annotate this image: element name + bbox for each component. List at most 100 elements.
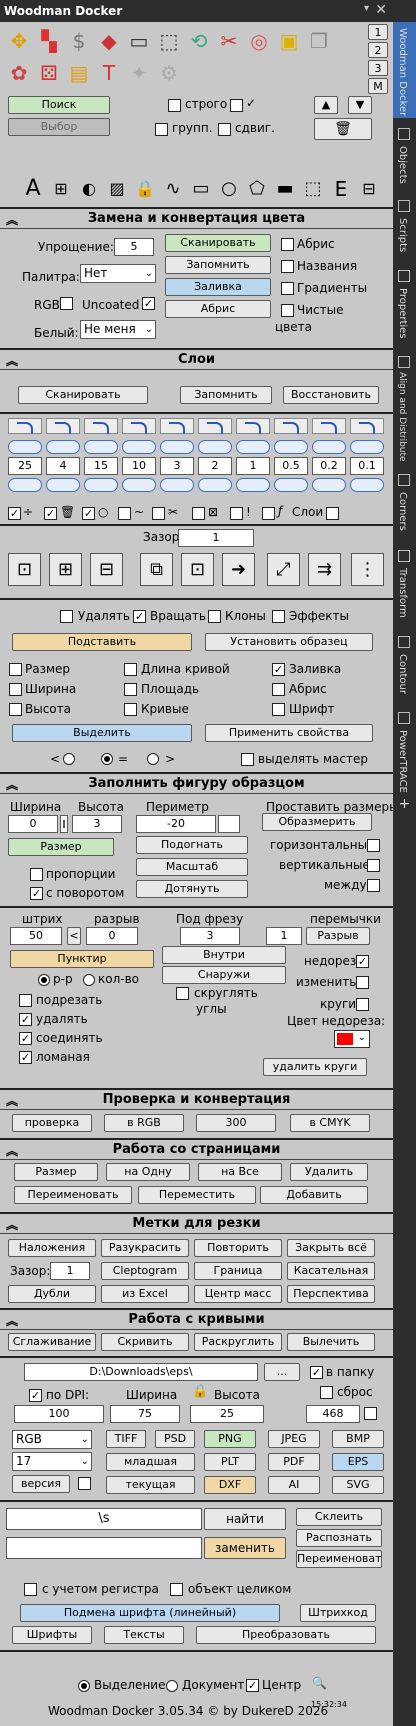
current-button[interactable]: текущая bbox=[106, 1476, 195, 1494]
cloud-top-4[interactable] bbox=[160, 440, 194, 454]
trim-checkbox[interactable] bbox=[19, 994, 32, 1007]
tab-m[interactable]: M bbox=[368, 78, 388, 94]
select-props-button[interactable]: Выделить bbox=[12, 724, 192, 742]
perspective-button[interactable]: Перспектива bbox=[287, 1285, 375, 1303]
cut-icon[interactable]: ✂ bbox=[216, 28, 242, 54]
cloud-top-9[interactable] bbox=[350, 440, 384, 454]
export-width-input[interactable]: 75 bbox=[110, 1405, 180, 1423]
check-section-header[interactable]: ︽ Проверка и конвертация bbox=[0, 1088, 393, 1110]
page-size-button[interactable]: Размер bbox=[14, 1163, 98, 1181]
corner-radius-input-2[interactable]: 15 bbox=[84, 457, 118, 475]
cloud-bottom-0[interactable] bbox=[8, 478, 42, 492]
corner-shape-0[interactable] bbox=[8, 418, 42, 434]
replace-button[interactable]: заменить bbox=[204, 1537, 286, 1559]
horizontal-checkbox[interactable] bbox=[367, 839, 380, 852]
fill-checkbox[interactable]: ✓ bbox=[272, 663, 285, 676]
dotted-button[interactable]: Пунктир bbox=[10, 950, 154, 968]
png-button[interactable]: PNG bbox=[204, 1430, 256, 1448]
cloud-bottom-7[interactable] bbox=[274, 478, 308, 492]
corner-radius-input-6[interactable]: 1 bbox=[236, 457, 270, 475]
close-icon[interactable]: ✕ bbox=[375, 2, 387, 18]
dollar-icon[interactable]: $ bbox=[66, 28, 92, 54]
outline-checkbox[interactable] bbox=[281, 238, 294, 251]
tab-1[interactable]: 1 bbox=[368, 24, 388, 40]
width-checkbox[interactable] bbox=[9, 683, 22, 696]
layers-restore-button[interactable]: Восстановить bbox=[283, 386, 379, 404]
excl-checkbox[interactable] bbox=[230, 507, 243, 520]
pure-colors-checkbox[interactable] bbox=[281, 304, 294, 317]
check-checkbox[interactable] bbox=[230, 99, 243, 112]
bridges-input[interactable]: 1 bbox=[266, 927, 302, 945]
corner-radius-input-4[interactable]: 3 bbox=[160, 457, 194, 475]
gap-input[interactable]: 1 bbox=[178, 529, 254, 547]
remember-color-button[interactable]: Запомнить bbox=[165, 256, 271, 274]
round-corners-checkbox[interactable] bbox=[176, 987, 189, 1000]
rect-tool-icon[interactable]: ▭ bbox=[188, 176, 214, 202]
outline-prop-checkbox[interactable] bbox=[272, 683, 285, 696]
pdf-button[interactable]: PDF bbox=[268, 1453, 320, 1471]
dpi-input[interactable]: 100 bbox=[14, 1405, 104, 1423]
apply-props-button[interactable]: Применить свойства bbox=[205, 724, 373, 742]
curves-section-header[interactable]: ︽ Работа с кривыми bbox=[0, 1308, 393, 1330]
tab-corners[interactable]: Corners bbox=[393, 470, 416, 531]
version-checkbox[interactable] bbox=[78, 1477, 91, 1490]
center-checkbox[interactable]: ✓ bbox=[246, 1679, 259, 1692]
curve-length-checkbox[interactable] bbox=[124, 663, 137, 676]
font-substitute-button[interactable]: Подмена шрифта (линейный) bbox=[20, 1604, 280, 1622]
layers-scan-button[interactable]: Сканировать bbox=[18, 386, 148, 404]
replace-input[interactable] bbox=[6, 1537, 202, 1559]
copy-icon[interactable]: ❐ bbox=[306, 28, 332, 54]
up-button[interactable]: ▲ bbox=[314, 96, 338, 114]
menu-arrow-icon[interactable]: ▾ bbox=[364, 3, 369, 14]
cloud-bottom-2[interactable] bbox=[84, 478, 118, 492]
tab-objects[interactable]: Objects bbox=[393, 124, 416, 184]
cloud-top-0[interactable] bbox=[8, 440, 42, 454]
tiff-button[interactable]: TIFF bbox=[106, 1430, 146, 1448]
div-checkbox[interactable]: ✓ bbox=[8, 507, 21, 520]
curves-checkbox[interactable] bbox=[124, 703, 137, 716]
dxf-button[interactable]: DXF bbox=[204, 1476, 256, 1494]
check-button[interactable]: проверка bbox=[12, 1114, 92, 1132]
corner-radius-input-3[interactable]: 10 bbox=[122, 457, 156, 475]
bulb-icon[interactable]: ✦ bbox=[126, 60, 152, 86]
select-button[interactable]: Выбор bbox=[8, 118, 110, 136]
cure-button[interactable]: Вылечить bbox=[287, 1333, 375, 1351]
cloud-bottom-6[interactable] bbox=[236, 478, 270, 492]
plt-button[interactable]: PLT bbox=[204, 1453, 256, 1471]
to-cmyk-button[interactable]: в CMYK bbox=[290, 1114, 370, 1132]
corner-shape-7[interactable] bbox=[274, 418, 308, 434]
perimeter-input[interactable]: -20 bbox=[136, 815, 216, 833]
down-button[interactable]: ▼ bbox=[348, 96, 372, 114]
cloud-top-5[interactable] bbox=[198, 440, 232, 454]
corner-radius-input-9[interactable]: 0.1 bbox=[350, 457, 384, 475]
resize-icon[interactable]: ⤢ bbox=[267, 553, 300, 586]
ai-button[interactable]: AI bbox=[268, 1476, 320, 1494]
dice-icon[interactable]: ⚄ bbox=[36, 60, 62, 86]
reset-checkbox[interactable] bbox=[320, 1386, 333, 1399]
undercut-color-picker[interactable]: ⌄ bbox=[334, 1030, 370, 1048]
tab-2[interactable]: 2 bbox=[368, 42, 388, 58]
cut-section-header[interactable]: ︽ Метки для резки bbox=[0, 1212, 393, 1234]
corner-shape-6[interactable] bbox=[236, 418, 270, 434]
cloud-top-8[interactable] bbox=[312, 440, 346, 454]
save-icon[interactable]: ▤ bbox=[66, 60, 92, 86]
dashed-frame-icon[interactable]: ▣ bbox=[276, 28, 302, 54]
convert-button[interactable]: Преобразовать bbox=[196, 1626, 376, 1644]
cut-gap-input[interactable]: 1 bbox=[50, 1262, 90, 1280]
search-icon[interactable]: 🔍 bbox=[312, 1676, 327, 1690]
perimeter-extra-input[interactable] bbox=[218, 815, 240, 833]
eq-radio[interactable] bbox=[101, 753, 113, 765]
ring-icon[interactable]: ◎ bbox=[246, 28, 272, 54]
scissors-checkbox[interactable] bbox=[152, 507, 165, 520]
dpi-value-button[interactable]: 300 bbox=[196, 1114, 276, 1132]
with-rotation-checkbox[interactable]: ✓ bbox=[30, 887, 43, 900]
align-center-icon[interactable]: ⊞ bbox=[49, 553, 82, 586]
stroke-lt-button[interactable]: < bbox=[67, 927, 81, 945]
link-toggle[interactable]: ‖ bbox=[60, 815, 68, 833]
align-bottom-icon[interactable]: ⊟ bbox=[90, 553, 123, 586]
bmp-button[interactable]: BMP bbox=[332, 1430, 384, 1448]
count-radio[interactable] bbox=[83, 974, 95, 986]
polygon-tool-icon[interactable]: ⬠ bbox=[244, 176, 270, 202]
stroke-input[interactable]: 50 bbox=[10, 927, 62, 945]
smooth-button[interactable]: Сглаживание bbox=[8, 1333, 96, 1351]
